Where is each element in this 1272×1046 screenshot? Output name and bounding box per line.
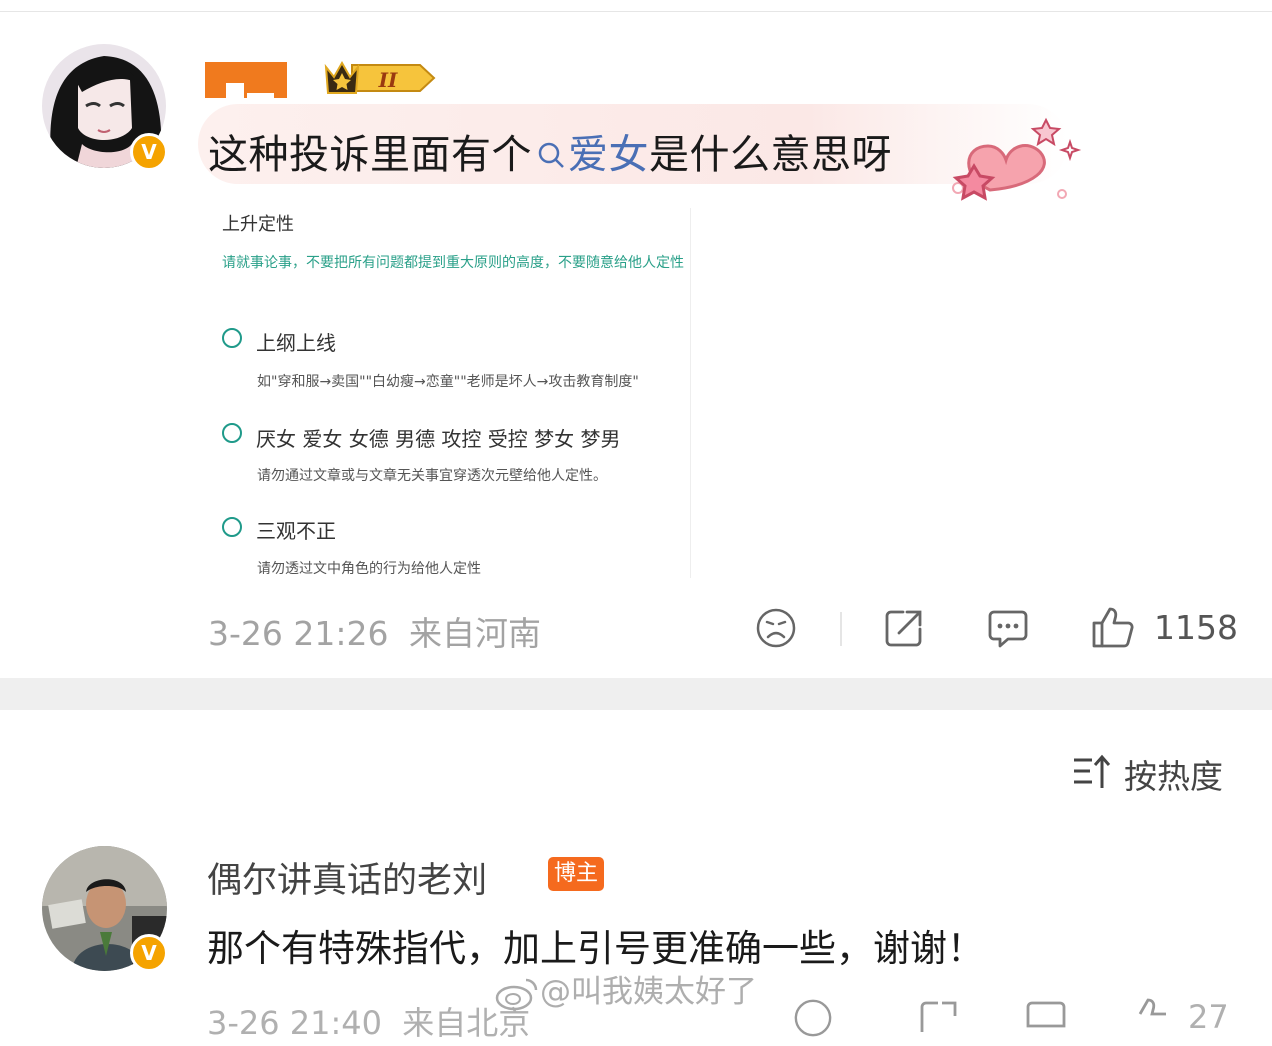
watermark-text: @叫我姨太好了	[540, 974, 757, 1010]
heart-sticker-icon	[927, 116, 1090, 210]
action-divider	[840, 612, 842, 646]
option-1-title: 上纲上线	[256, 331, 336, 355]
screenshot-title: 上升定性	[222, 214, 294, 235]
radio-option-3	[222, 517, 242, 537]
verified-badge-icon: V	[130, 934, 168, 972]
option-3-desc: 请勿透过文中角色的行为给他人定性	[257, 561, 481, 577]
sort-label[interactable]: 按热度	[1124, 750, 1223, 798]
sort-icon[interactable]	[1072, 752, 1112, 796]
option-2-desc: 请勿通过文章或与文章无关事宜穿透次元壁给他人定性。	[257, 468, 607, 484]
blogger-badge: 博主	[548, 857, 604, 891]
comment-author-name[interactable]: 偶尔讲真话的老刘	[207, 852, 487, 903]
post-like-count: 1158	[1154, 608, 1238, 647]
comment-text: 那个有特殊指代，加上引号更准确一些，谢谢！	[207, 927, 984, 970]
option-2-title: 厌女 爱女 女德 男德 攻控 受控 梦女 梦男	[256, 427, 621, 451]
post-author-name-redacted[interactable]	[205, 62, 287, 98]
post-meta: 3-26 21:26 来自河南	[208, 607, 541, 655]
topic-link[interactable]: 爱女	[532, 132, 649, 178]
verified-badge-icon: V	[130, 133, 168, 171]
topic-text: 爱女	[568, 132, 649, 178]
name-redaction-gap	[226, 83, 244, 98]
post-time: 3-26 21:26	[208, 614, 389, 653]
watermark: @叫我姨太好了	[494, 966, 757, 1012]
comment-comment-icon[interactable]	[1024, 998, 1068, 1046]
sad-face-icon[interactable]	[755, 607, 797, 653]
thumbs-up-icon[interactable]	[1090, 605, 1136, 653]
comment-like-count: 27	[1188, 998, 1229, 1036]
option-3-title: 三观不正	[256, 519, 336, 543]
comment-meta: 3-26 21:40 来自北京	[207, 998, 530, 1044]
weibo-logo-icon	[495, 978, 538, 1010]
svg-text:II: II	[378, 68, 398, 92]
member-level-badge: II	[322, 57, 438, 103]
option-1-desc: 如"穿和服→卖国""白幼瘦→恋童""老师是坏人→攻击教育制度"	[257, 374, 639, 390]
comment-share-icon[interactable]	[918, 998, 960, 1044]
comment-sad-face-icon[interactable]	[793, 998, 833, 1042]
search-icon	[536, 134, 566, 180]
radio-option-2	[222, 423, 242, 443]
radio-option-1	[222, 328, 242, 348]
top-divider	[0, 11, 1272, 12]
post-text-before: 这种投诉里面有个	[208, 132, 532, 178]
post-source: 来自河南	[409, 614, 541, 653]
post-text: 这种投诉里面有个 爱女是什么意思呀	[208, 122, 892, 180]
comment-icon[interactable]	[986, 607, 1030, 655]
comment-thumbs-up-icon[interactable]	[1128, 996, 1174, 1044]
name-redaction-gap	[247, 93, 274, 98]
comment-time: 3-26 21:40	[207, 1004, 383, 1042]
share-icon[interactable]	[883, 607, 925, 653]
screenshot-edge	[690, 208, 691, 578]
section-separator	[0, 678, 1272, 710]
post-text-after: 是什么意思呀	[649, 132, 892, 178]
screenshot-warning: 请就事论事，不要把所有问题都提到重大原则的高度，不要随意给他人定性	[222, 255, 684, 271]
